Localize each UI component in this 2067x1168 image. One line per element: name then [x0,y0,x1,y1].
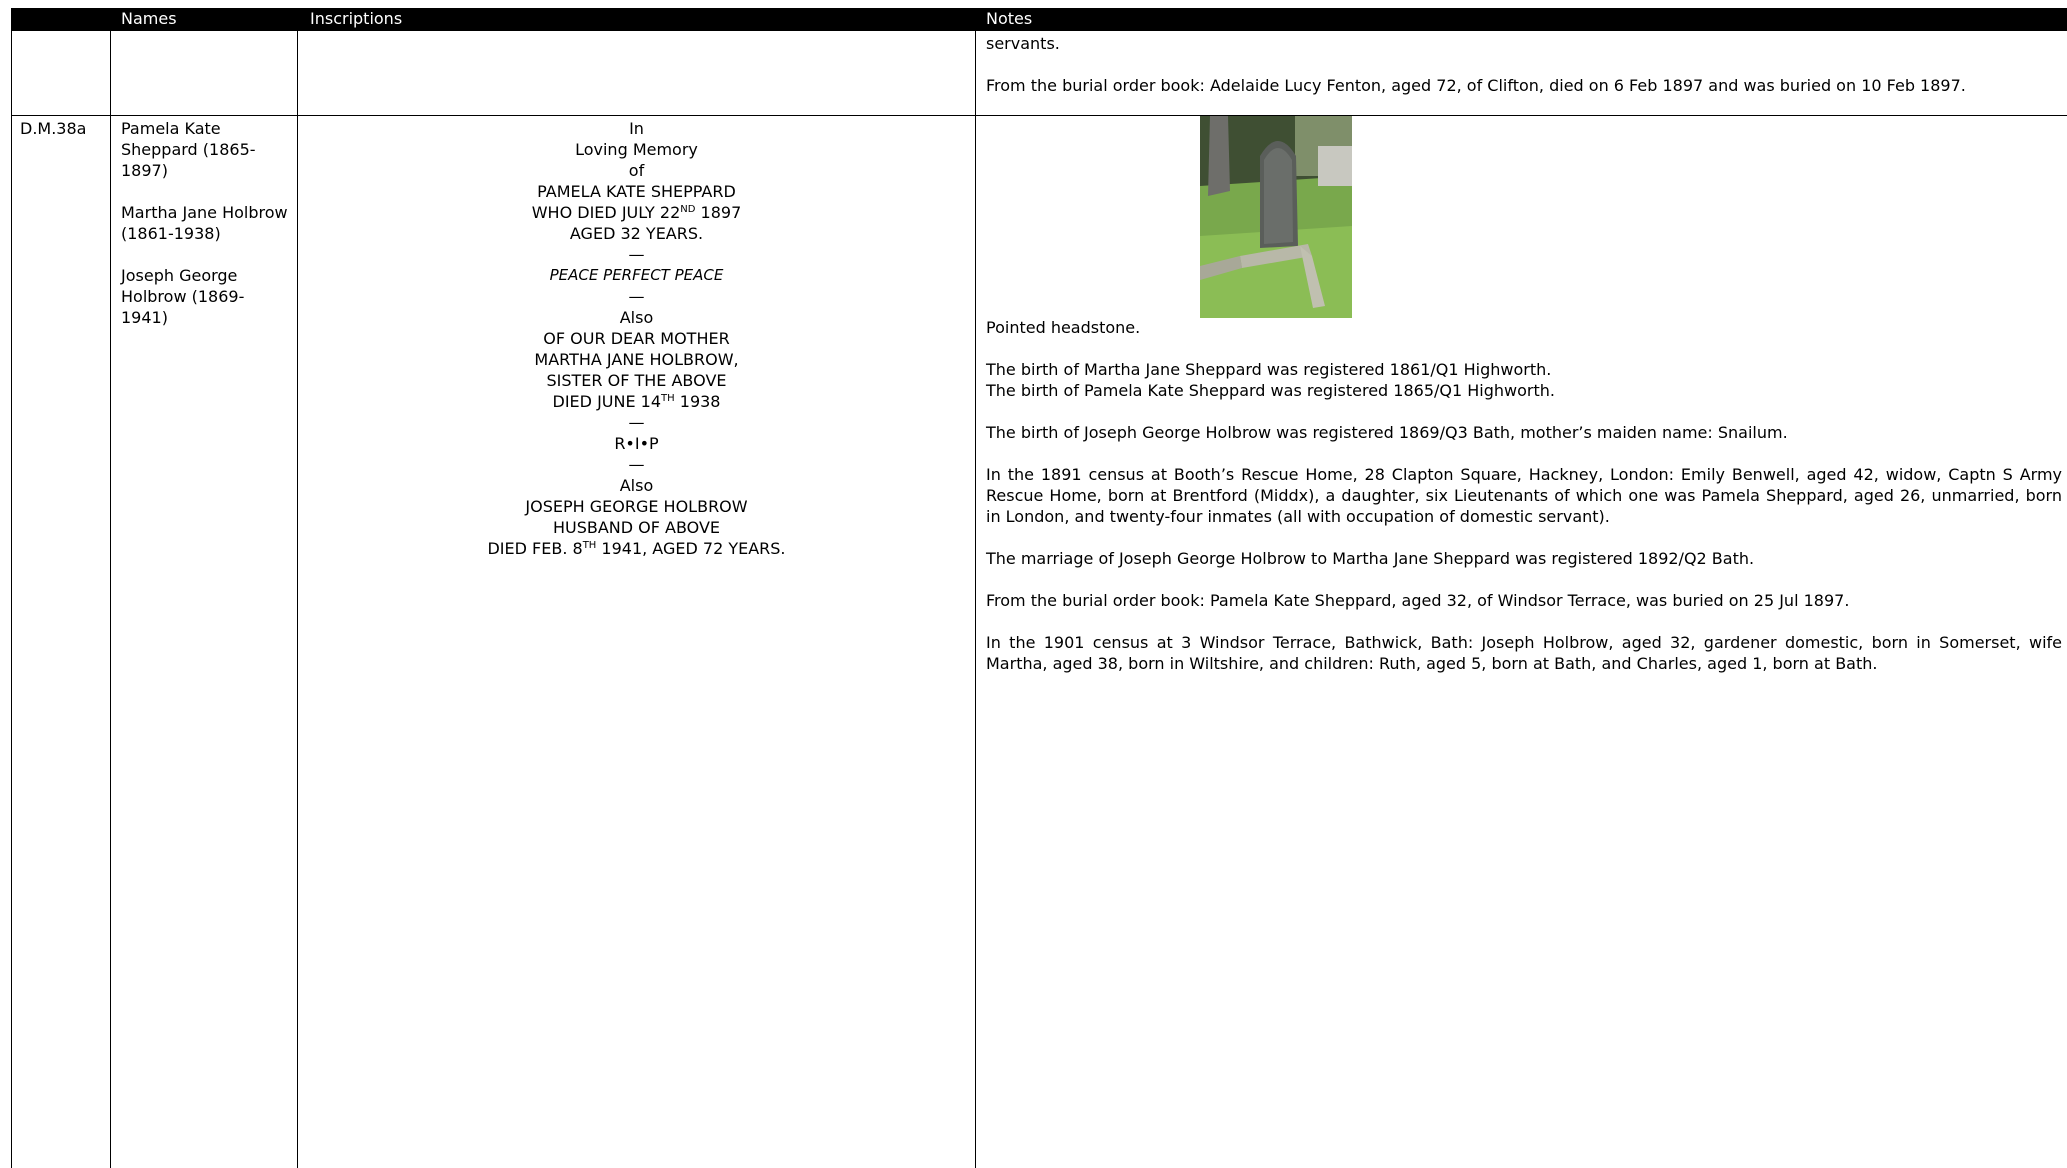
grave-reference: D.M.38a [20,119,87,138]
notes-paragraph: The marriage of Joseph George Holbrow to… [986,549,1755,568]
inscription-line: HUSBAND OF ABOVE [552,518,721,537]
inscription-dash: — [628,413,645,432]
inscription-line: SISTER OF THE ABOVE [546,371,727,390]
document-page: Names Inscriptions Notes servants. From … [0,0,2067,1168]
headstone-photo [1200,116,1352,318]
notes-paragraph: servants. [986,34,1060,53]
inscription-line: Also [619,308,654,327]
table-header: Names Inscriptions Notes [11,8,2067,31]
header-notes: Notes [986,9,1033,28]
notes-paragraph: Pointed headstone. [986,318,1141,337]
inscription-line: Also [619,476,654,495]
person-name: Joseph George Holbrow (1869-1941) [121,266,245,327]
inscription-line: OF OUR DEAR MOTHER [543,329,730,348]
inscription-line: DIED FEB. 8TH 1941, AGED 72 YEARS. [487,539,786,558]
inscription-line: PAMELA KATE SHEPPARD [537,182,736,201]
inscription-line: R•I•P [614,434,659,453]
column-divider [110,31,111,1168]
notes-cell: Pointed headstone. The birth of Martha J… [986,317,2062,695]
notes-paragraph: From the burial order book: Pamela Kate … [986,591,1850,610]
notes-paragraph: The birth of Pamela Kate Sheppard was re… [986,381,1555,400]
inscription-line: DIED JUNE 14TH 1938 [552,392,721,411]
person-name: Martha Jane Holbrow (1861-1938) [121,203,288,243]
inscription-dash: — [628,455,645,474]
names-cell: Pamela Kate Sheppard (1865-1897) Martha … [121,118,291,349]
column-divider [11,31,12,1168]
header-inscriptions: Inscriptions [310,9,403,28]
inscription-line: In [629,119,644,138]
inscription-cell: In Loving Memory of PAMELA KATE SHEPPARD… [298,118,975,559]
notes-paragraph: From the burial order book: Adelaide Luc… [986,76,1966,95]
inscription-dash: — [628,245,645,264]
inscription-line: Loving Memory [575,140,698,159]
person-name: Pamela Kate Sheppard (1865-1897) [121,119,256,180]
prev-row-notes: servants. From the burial order book: Ad… [986,33,2062,117]
notes-paragraph: The birth of Joseph George Holbrow was r… [986,423,1788,442]
column-divider [975,31,976,1168]
inscription-dash: — [628,287,645,306]
notes-paragraph: In the 1901 census at 3 Windsor Terrace,… [986,633,2062,673]
header-names: Names [121,9,177,28]
inscription-line: MARTHA JANE HOLBROW, [534,350,739,369]
notes-paragraph: The birth of Martha Jane Sheppard was re… [986,360,1552,379]
inscription-line: AGED 32 YEARS. [569,224,704,243]
inscription-line: JOSEPH GEORGE HOLBROW [525,497,748,516]
inscription-line: of [628,161,645,180]
notes-paragraph: In the 1891 census at Booth’s Rescue Hom… [986,465,2062,526]
inscription-line: WHO DIED JULY 22ND 1897 [531,203,742,222]
inscription-line: PEACE PERFECT PEACE [549,266,724,284]
